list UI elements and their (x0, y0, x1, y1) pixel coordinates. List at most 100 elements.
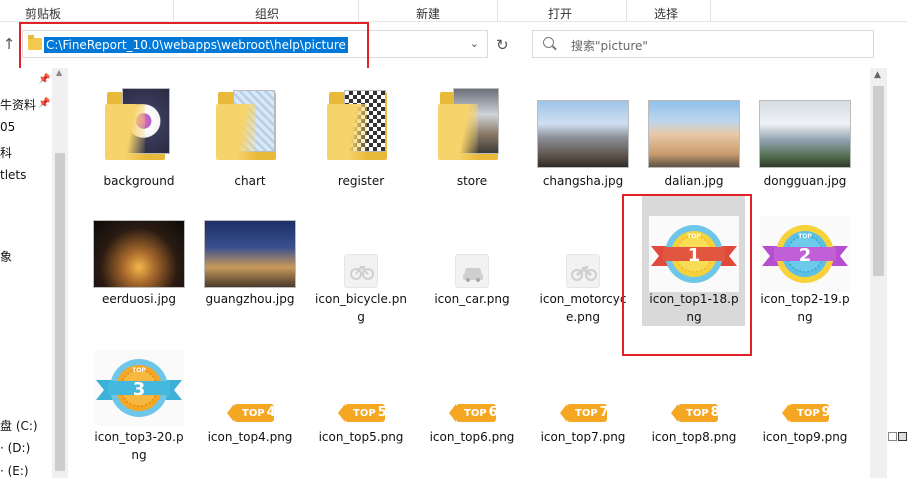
file-item-icon-motorcycle[interactable]: icon_motorcyc e.png (529, 208, 637, 328)
search-placeholder: 搜索"picture" (571, 39, 648, 53)
file-item-icon-top3[interactable]: TOP 3 icon_top3-20.p ng (85, 348, 193, 468)
file-item-chart[interactable]: chart (196, 80, 304, 190)
top-tag-icon: TOP 8 (671, 404, 720, 422)
file-item-icon-top9[interactable]: TOP 9 icon_top9.png (751, 348, 859, 448)
car-icon (455, 254, 489, 288)
sidebar-drive-e[interactable]: · (E:) (0, 464, 29, 478)
thumbnail-image (204, 220, 296, 288)
details-view-icon[interactable] (888, 432, 897, 441)
ribbon-group-labels: 剪贴板 组织 新建 打开 选择 (0, 0, 907, 22)
file-item-icon-top8[interactable]: TOP 8 icon_top8.png (640, 348, 748, 448)
sidebar-item[interactable]: 牛资料 (0, 96, 36, 113)
tag-number: 7 (599, 405, 609, 420)
right-edge (887, 22, 907, 478)
folder-front (216, 104, 256, 160)
sidebar-item[interactable]: 象 (0, 248, 12, 265)
ribbon-separator (710, 0, 711, 22)
file-label: changsha.jpg (542, 174, 624, 188)
file-item-icon-top6[interactable]: TOP 6 icon_top6.png (418, 348, 526, 448)
tag-top-text: TOP (575, 408, 598, 419)
thumbnail-image (759, 100, 851, 168)
file-label-wrap: ng (797, 310, 813, 324)
tag-number: 5 (377, 405, 387, 420)
ribbon-group-select: 选择 (654, 7, 679, 21)
up-arrow-icon[interactable]: ↑ (2, 35, 16, 53)
pin-icon[interactable]: 📌 (38, 74, 50, 85)
sidebar-scroll-thumb[interactable] (55, 153, 65, 471)
file-item-dalian[interactable]: dalian.jpg (640, 80, 748, 190)
sidebar-drive-c[interactable]: 盘 (C:) (0, 417, 38, 434)
file-label: icon_top9.png (762, 430, 848, 444)
file-item-store[interactable]: store (418, 80, 526, 190)
medal-number: 2 (799, 245, 812, 266)
tag-number: 6 (488, 405, 498, 420)
thumbnail-image (537, 100, 629, 168)
medal-top-text: TOP (132, 367, 146, 374)
file-item-icon-car[interactable]: icon_car.png (418, 208, 526, 328)
sidebar-item[interactable]: tlets (0, 168, 26, 182)
top-tag-icon: TOP 7 (560, 404, 609, 422)
file-list-scrollbar[interactable]: ▲ (870, 68, 887, 478)
medal-top2-icon: TOP 2 (760, 216, 850, 292)
medal-top-text: TOP (798, 233, 812, 240)
tag-number: 9 (821, 405, 831, 420)
ribbon-group-organize: 组织 (255, 7, 280, 21)
navigation-pane: 📌 牛资料 📌 05 科 tlets 象 盘 (C:) · (D:) · (E:… (0, 68, 68, 478)
search-input[interactable]: 搜索"picture" (532, 30, 874, 58)
file-item-icon-top4[interactable]: TOP 4 icon_top4.png (196, 348, 304, 448)
scroll-up-icon[interactable]: ▲ (56, 68, 62, 77)
chevron-down-icon[interactable]: ⌄ (470, 37, 479, 50)
search-icon (543, 37, 554, 48)
ribbon-group-new: 新建 (416, 7, 441, 21)
file-label: eerduosi.jpg (101, 292, 177, 306)
file-item-eerduosi[interactable]: eerduosi.jpg (85, 208, 193, 328)
top-tag-icon: TOP 5 (338, 404, 387, 422)
file-label: chart (234, 174, 266, 188)
ribbon-group-clipboard: 剪贴板 (25, 7, 62, 21)
tag-top-text: TOP (242, 408, 265, 419)
tag-top-text: TOP (464, 408, 487, 419)
medal-top3-icon: TOP 3 (94, 350, 184, 426)
bicycle-icon (344, 254, 378, 288)
file-label: dongguan.jpg (763, 174, 847, 188)
sidebar-drive-d[interactable]: · (D:) (0, 441, 30, 455)
file-item-guangzhou[interactable]: guangzhou.jpg (196, 208, 304, 328)
ribbon-separator (173, 0, 174, 22)
file-label: icon_top2-19.p (760, 292, 850, 306)
file-label: store (456, 174, 488, 188)
top-tag-icon: TOP 6 (449, 404, 498, 422)
file-item-icon-bicycle[interactable]: icon_bicycle.pn g (307, 208, 415, 328)
top-tag-icon: TOP 4 (227, 404, 276, 422)
file-item-register[interactable]: register (307, 80, 415, 190)
file-label: icon_top5.png (318, 430, 404, 444)
thumbnail-image (93, 220, 185, 288)
file-list-scroll-thumb[interactable] (873, 86, 884, 276)
file-label: dalian.jpg (664, 174, 724, 188)
file-item-changsha[interactable]: changsha.jpg (529, 80, 637, 190)
file-item-icon-top5[interactable]: TOP 5 icon_top5.png (307, 348, 415, 448)
medal-number: 3 (133, 379, 146, 400)
scroll-up-icon[interactable]: ▲ (874, 70, 881, 80)
file-label: background (103, 174, 175, 188)
file-label: icon_bicycle.pn (315, 292, 407, 306)
file-label: icon_top8.png (651, 430, 737, 444)
large-icons-view-icon[interactable] (898, 432, 907, 441)
file-label: icon_top7.png (540, 430, 626, 444)
tag-top-text: TOP (686, 408, 709, 419)
file-item-icon-top2[interactable]: TOP 2 icon_top2-19.p ng (751, 208, 859, 328)
sidebar-scrollbar[interactable]: ▲ (52, 68, 68, 478)
annotation-highlight-selected-file (622, 194, 752, 356)
file-label: icon_car.png (434, 292, 510, 306)
sidebar-item[interactable]: 科 (0, 144, 12, 161)
file-item-background[interactable]: background (85, 80, 193, 190)
file-item-dongguan[interactable]: dongguan.jpg (751, 80, 859, 190)
file-label: register (337, 174, 385, 188)
file-label: icon_top4.png (207, 430, 293, 444)
pin-icon[interactable]: 📌 (38, 98, 50, 109)
tag-top-text: TOP (797, 408, 820, 419)
sidebar-item[interactable]: 05 (0, 120, 15, 134)
file-label: icon_motorcyc (539, 292, 627, 306)
refresh-icon[interactable]: ↻ (496, 36, 509, 54)
ribbon-group-open: 打开 (548, 7, 573, 21)
file-item-icon-top7[interactable]: TOP 7 icon_top7.png (529, 348, 637, 448)
